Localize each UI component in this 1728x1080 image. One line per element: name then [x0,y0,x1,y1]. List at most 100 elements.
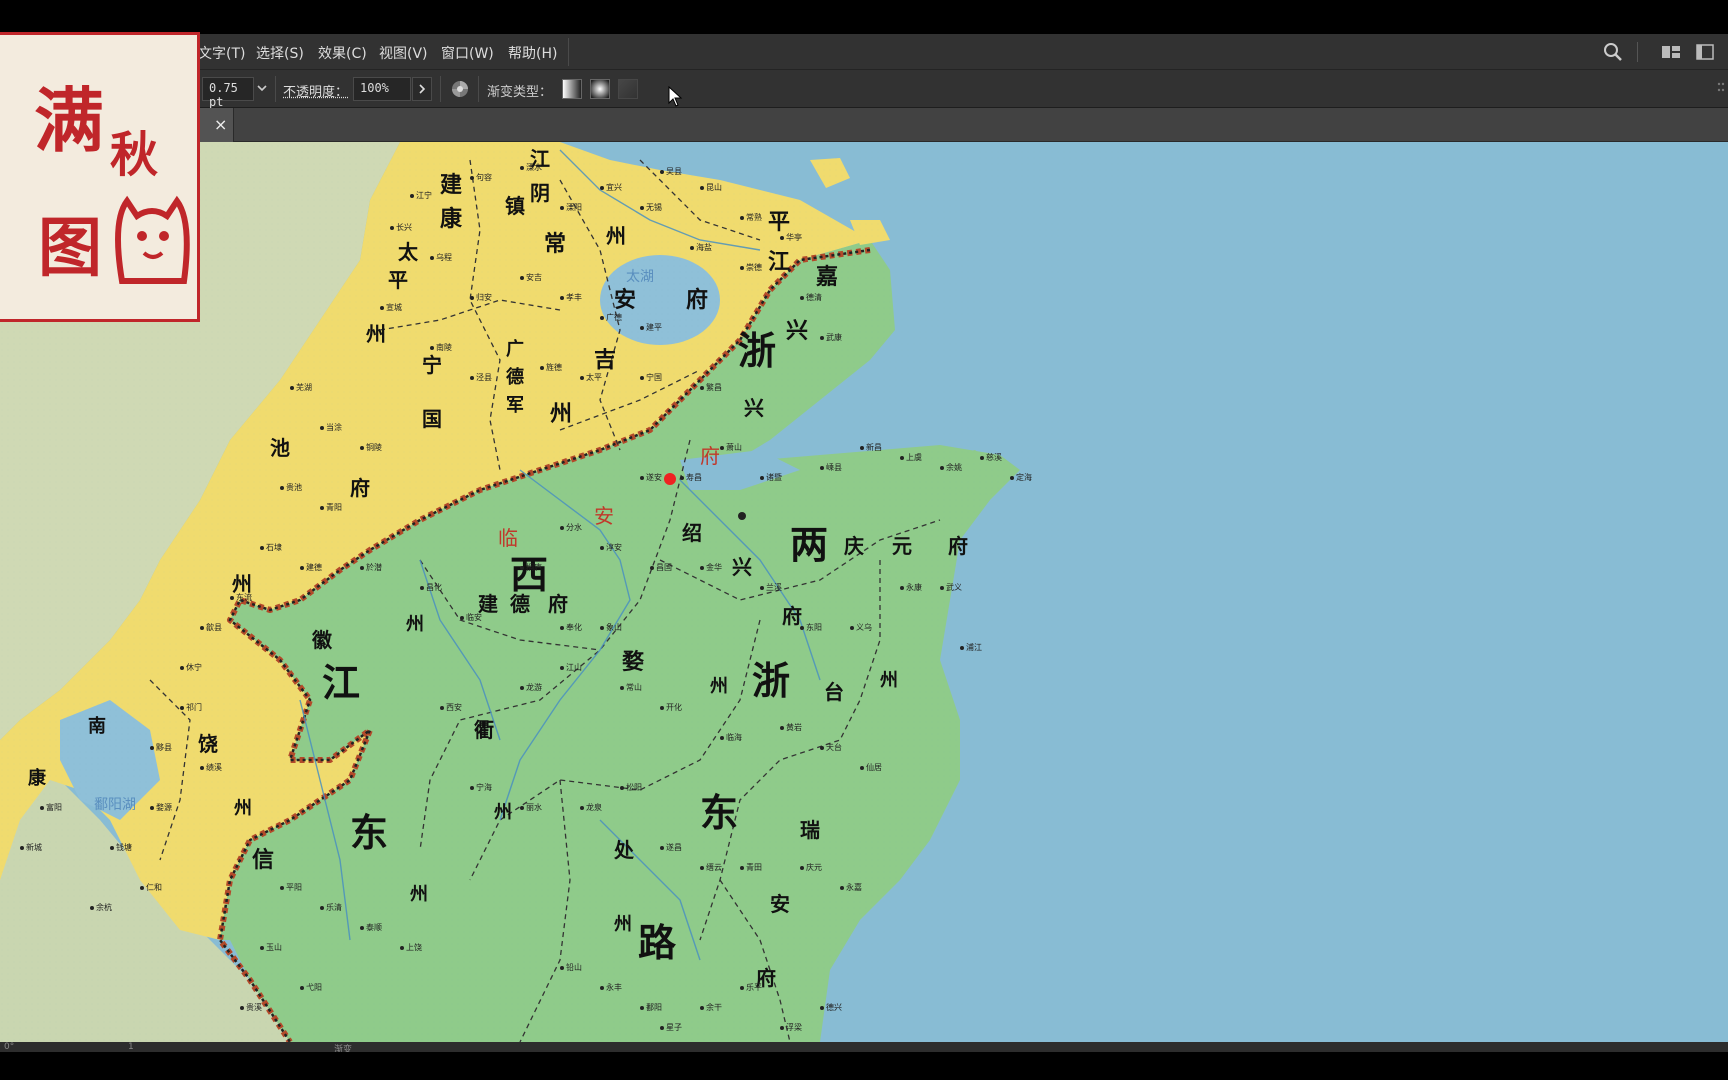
town-label: 奉化 [560,622,582,633]
zoom-readout[interactable]: 0° [4,1042,14,1052]
prefecture-label-ningguo: 宁国 [422,353,442,431]
prefecture-label-jiaxing-fu: 兴 [744,396,764,420]
town-label: 丽水 [520,802,542,813]
town-label: 德兴 [820,1002,842,1013]
prefecture-label-raozhou: 饶 [198,732,218,756]
town-label: 浦江 [960,642,982,653]
town-label: 余姚 [940,462,962,473]
panel-toggle-icon[interactable] [1694,41,1716,63]
prefecture-label-qingyuan: 庆元府 [844,534,968,558]
menu-bar: 文字(T) 选择(S) 效果(C) 视图(V) 窗口(W) 帮助(H) [0,34,1728,70]
prefecture-label-chuzhou-2: 州 [614,914,632,935]
menu-separator [568,38,569,66]
menu-window[interactable]: 窗口(W) [441,43,494,63]
panel-grip-icon[interactable] [1716,78,1726,104]
town-label: 松阳 [620,782,642,793]
radial-gradient-button[interactable] [590,79,610,99]
recolor-artwork-icon[interactable] [450,79,470,103]
town-label: 嵊县 [820,462,842,473]
town-label: 慈溪 [980,452,1002,463]
town-label: 上虞 [900,452,922,463]
prefecture-label-wuzhou: 婺 [622,649,645,675]
town-label: 遂安 [640,472,662,483]
town-label: 新昌 [860,442,882,453]
gradient-type-label: 渐变类型： [487,85,553,100]
stroke-weight-field[interactable]: 0.75 pt [202,77,254,109]
menu-help[interactable]: 帮助(H) [508,43,557,63]
town-label: 宁国 [640,372,662,383]
town-label: 海盐 [690,242,712,253]
prefecture-label-taiping: 太平 [388,240,418,292]
town-label: 诸暨 [760,472,782,483]
separator [275,76,276,102]
town-label: 金华 [700,562,722,573]
opacity-label[interactable]: 不透明度： [283,81,348,100]
prefecture-label-huizhou-2: 州 [406,614,424,635]
menu-effect[interactable]: 效果(C) [318,43,367,63]
town-label: 永嘉 [840,882,862,893]
town-label: 旌德 [540,362,562,373]
town-label: 兰溪 [760,582,782,593]
freeform-gradient-button[interactable] [618,79,638,99]
town-label: 仙居 [860,762,882,773]
town-label: 乐平 [740,982,762,993]
separator [478,76,479,102]
prefecture-label-ruian-2: 安 [770,892,790,916]
region-label: 浙 [738,328,777,373]
town-label: 分水 [560,522,582,533]
menu-text[interactable]: 文字(T) [198,43,245,63]
town-label: 龙游 [520,682,542,693]
chevron-right-icon[interactable] [412,77,432,101]
prefecture-label-nankang-2: 康 [28,768,46,789]
prefecture-label-quzhou: 衢 [474,718,494,742]
town-label: 石埭 [260,542,282,553]
town-label: 余干 [700,1002,722,1013]
town-label: 萧山 [720,442,742,453]
lake-label-taihu: 太湖 [626,269,654,285]
separator [440,76,441,102]
town-label: 开化 [660,702,682,713]
town-label: 临海 [720,732,742,743]
town-label: 仁和 [140,882,162,893]
town-label: 桐庐 [520,562,542,573]
prefecture-label-jiangyin: 江阴 [530,147,550,205]
town-label: 宁海 [470,782,492,793]
prefecture-label-xinzhou: 信 [252,847,275,873]
town-label: 玉山 [260,942,282,953]
linear-gradient-button[interactable] [562,79,582,99]
prefecture-label-nankang: 南 [88,716,106,737]
town-label: 吴县 [660,166,682,177]
prefecture-label-shaoxing: 绍兴 [682,521,752,579]
menu-view[interactable]: 视图(V) [379,43,428,63]
opacity-field[interactable]: 100% [353,77,411,101]
town-label: 绩溪 [200,762,222,773]
town-label: 武义 [940,582,962,593]
prefecture-label-taizhou-2: 州 [880,670,898,691]
town-label: 龙泉 [580,802,602,813]
town-label: 江山 [560,662,582,673]
town-label: 贵溪 [240,1002,262,1013]
search-icon[interactable] [1602,41,1624,63]
town-label: 歙县 [200,622,222,633]
town-label: 弋阳 [300,982,322,993]
artboard-canvas[interactable]: 浙 西 两 浙 东 路 江 东 建康 镇 江阴 常 州 平江 府 嘉兴 安 吉 … [0,142,1728,1042]
workspace-layout-icon[interactable] [1660,41,1682,63]
town-label: 休宁 [180,662,202,673]
menu-select[interactable]: 选择(S) [256,43,304,63]
page-number[interactable]: 1 [128,1042,134,1052]
region-label: 东 [700,790,739,835]
status-bar: 0° 1 渐变 [0,1042,1728,1055]
town-label: 宜兴 [600,182,622,193]
chevron-down-icon[interactable] [256,82,268,98]
town-label: 太平 [580,372,602,383]
close-icon[interactable]: × [214,115,227,134]
town-label: 星子 [660,1022,682,1033]
prefecture-label-guangde: 广德军 [506,339,524,416]
town-label: 浮梁 [780,1022,802,1033]
control-bar: 0.75 pt 不透明度： 100% 渐变类型： [0,70,1728,109]
prefecture-label-taiping-zhou: 州 [366,322,386,346]
prefecture-label-anji: 安 [614,287,637,313]
prefecture-label-raozhou-2: 州 [234,798,252,819]
prefecture-label-quzhou-2: 州 [494,802,512,823]
town-label: 泰顺 [360,922,382,933]
